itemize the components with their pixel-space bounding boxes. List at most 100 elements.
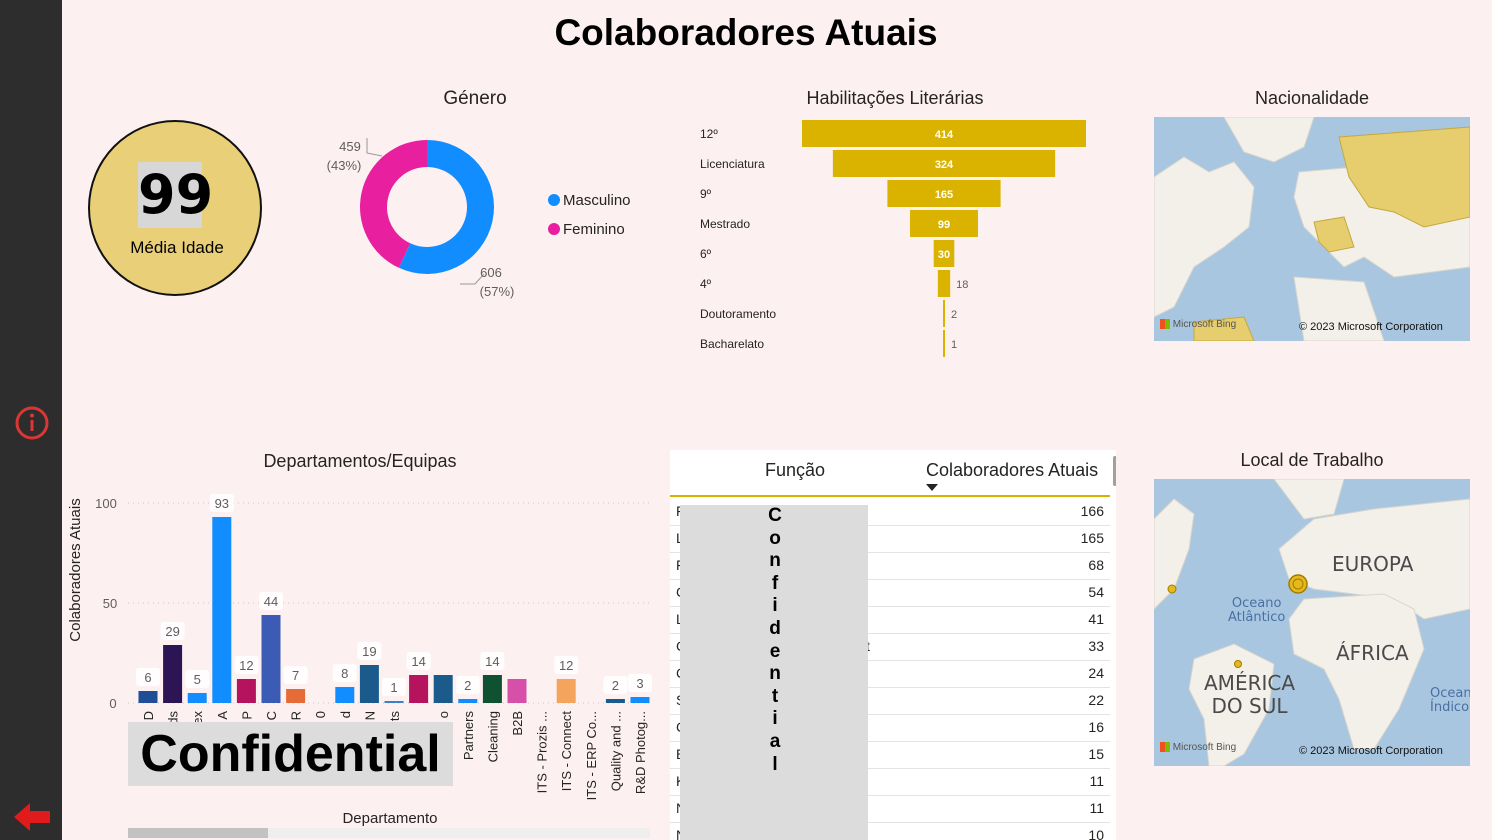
department-data-label: 12	[239, 658, 253, 673]
department-bar[interactable]	[458, 699, 478, 703]
legend-female-marker	[548, 223, 560, 235]
department-tick-label: A	[215, 711, 230, 720]
department-bar[interactable]	[236, 679, 256, 703]
headcount-cell: 68	[1088, 557, 1104, 573]
funnel-category-label: Doutoramento	[700, 307, 776, 321]
column-header-colaboradores[interactable]: Colaboradores Atuais	[926, 460, 1098, 481]
funnel-category-label: 12º	[700, 127, 718, 141]
south-america-label: AMÉRICA DO SUL	[1204, 671, 1296, 718]
europe-label: EUROPA	[1332, 552, 1414, 576]
confidential-letter: n	[769, 663, 781, 685]
funnel-data-label: 414	[935, 129, 954, 141]
department-bar[interactable]	[261, 615, 281, 703]
department-bar[interactable]	[507, 679, 527, 703]
workplace-map-title: Local de Trabalho	[1240, 450, 1384, 470]
funnel-bar[interactable]	[943, 330, 945, 357]
confidential-redaction-vertical: Confidential	[680, 505, 868, 840]
department-data-label: 44	[264, 594, 278, 609]
department-bar[interactable]	[138, 691, 158, 703]
funnel-category-label: Licenciatura	[700, 157, 765, 171]
department-tick-label: R	[289, 711, 304, 720]
funnel-bar[interactable]	[943, 300, 945, 327]
confidential-letter: l	[772, 753, 778, 775]
department-tick-label: ts	[387, 711, 402, 722]
department-data-label: 6	[144, 670, 151, 685]
y-tick-0: 0	[109, 696, 116, 711]
confidential-redaction-banner: Confidential	[128, 722, 453, 786]
headcount-cell: 15	[1088, 746, 1104, 762]
department-bar[interactable]	[384, 701, 404, 703]
sort-descending-icon[interactable]	[926, 484, 938, 491]
department-tick-label: D	[141, 711, 156, 720]
bing-logo: Microsoft Bing	[1160, 319, 1236, 330]
headcount-cell: 166	[1080, 503, 1104, 519]
department-tick-label: o	[436, 711, 451, 718]
confidential-letter: t	[771, 685, 779, 707]
departments-x-axis-label: Departamento	[342, 810, 437, 827]
nationality-map[interactable]: Microsoft Bing © 2023 Microsoft Corporat…	[1154, 117, 1470, 341]
headcount-cell: 10	[1088, 827, 1104, 840]
y-tick-50: 50	[103, 596, 117, 611]
headcount-cell: 165	[1080, 530, 1104, 546]
department-bar[interactable]	[359, 665, 379, 703]
confidential-letter: o	[769, 527, 781, 549]
department-tick-label: R&D Photog...	[633, 711, 648, 794]
male-value-label: 606	[480, 265, 502, 280]
department-tick-label: Cleaning	[485, 711, 500, 762]
funnel-data-label: 18	[956, 279, 968, 291]
department-bar[interactable]	[409, 675, 429, 703]
funnel-data-label: 324	[935, 159, 954, 171]
workplace-map[interactable]: EUROPA Oceano Atlântico ÁFRICA AMÉRICA DO …	[1154, 479, 1470, 766]
legend-male-marker	[548, 194, 560, 206]
confidential-letter: n	[769, 550, 781, 572]
department-bar[interactable]	[212, 517, 232, 703]
average-age-card[interactable]: 99 Média Idade	[88, 120, 262, 296]
department-data-label: 93	[215, 496, 229, 511]
department-bar[interactable]	[335, 687, 355, 703]
department-tick-label: B2B	[510, 711, 525, 736]
department-bar[interactable]	[286, 689, 306, 703]
department-data-label: 29	[165, 624, 179, 639]
page-title: Colaboradores Atuais	[554, 12, 938, 53]
funnel-data-label: 30	[938, 249, 950, 261]
department-data-label: 19	[362, 644, 376, 659]
department-tick-label: ITS - Connect	[559, 711, 574, 792]
header-underline	[670, 495, 1110, 497]
department-bar[interactable]	[163, 645, 183, 703]
funnel-data-label: 1	[951, 339, 957, 351]
department-tick-label: N	[362, 711, 377, 720]
department-bar[interactable]	[605, 699, 625, 703]
department-bar[interactable]	[630, 697, 650, 703]
confidential-letter: C	[768, 505, 782, 526]
average-age-label: Média Idade	[130, 238, 224, 257]
back-arrow-icon[interactable]	[12, 800, 52, 834]
confidential-letter: d	[769, 617, 781, 639]
bing-logo: Microsoft Bing	[1160, 742, 1236, 753]
department-data-label: 14	[411, 654, 425, 669]
indian-ocean-label: Ocean Índico	[1430, 686, 1470, 715]
department-tick-label: 0	[313, 711, 328, 718]
funnel-category-label: 4º	[700, 277, 712, 291]
table-scrollbar[interactable]	[1113, 456, 1116, 486]
department-data-label: 8	[341, 666, 348, 681]
nationality-map-title: Nacionalidade	[1254, 88, 1370, 108]
department-data-label: 5	[194, 672, 201, 687]
info-icon[interactable]	[14, 405, 50, 441]
education-funnel-chart[interactable]: 12º 414 Licenciatura 324 9º 165 Mestrado 99 6º 30…	[690, 118, 1110, 363]
horizontal-scrollbar-thumb	[128, 828, 268, 838]
gender-donut-chart[interactable]: 459 (43%) 606 (57%) Masculino Feminino	[300, 120, 660, 310]
confidential-letter: f	[771, 572, 779, 594]
column-header-funcao[interactable]: Função	[765, 460, 825, 481]
y-tick-100: 100	[95, 496, 117, 511]
headcount-cell: 11	[1089, 773, 1104, 789]
funnel-bar[interactable]	[937, 270, 951, 297]
department-bar[interactable]	[556, 679, 576, 703]
headcount-cell: 11	[1089, 800, 1104, 816]
department-bar[interactable]	[433, 675, 453, 703]
department-bar[interactable]	[482, 675, 502, 703]
funnel-data-label: 165	[935, 189, 953, 201]
headcount-cell: 24	[1088, 665, 1104, 681]
headcount-cell: 33	[1088, 638, 1104, 654]
department-bar[interactable]	[187, 693, 207, 703]
female-value-label: 459	[339, 139, 361, 154]
